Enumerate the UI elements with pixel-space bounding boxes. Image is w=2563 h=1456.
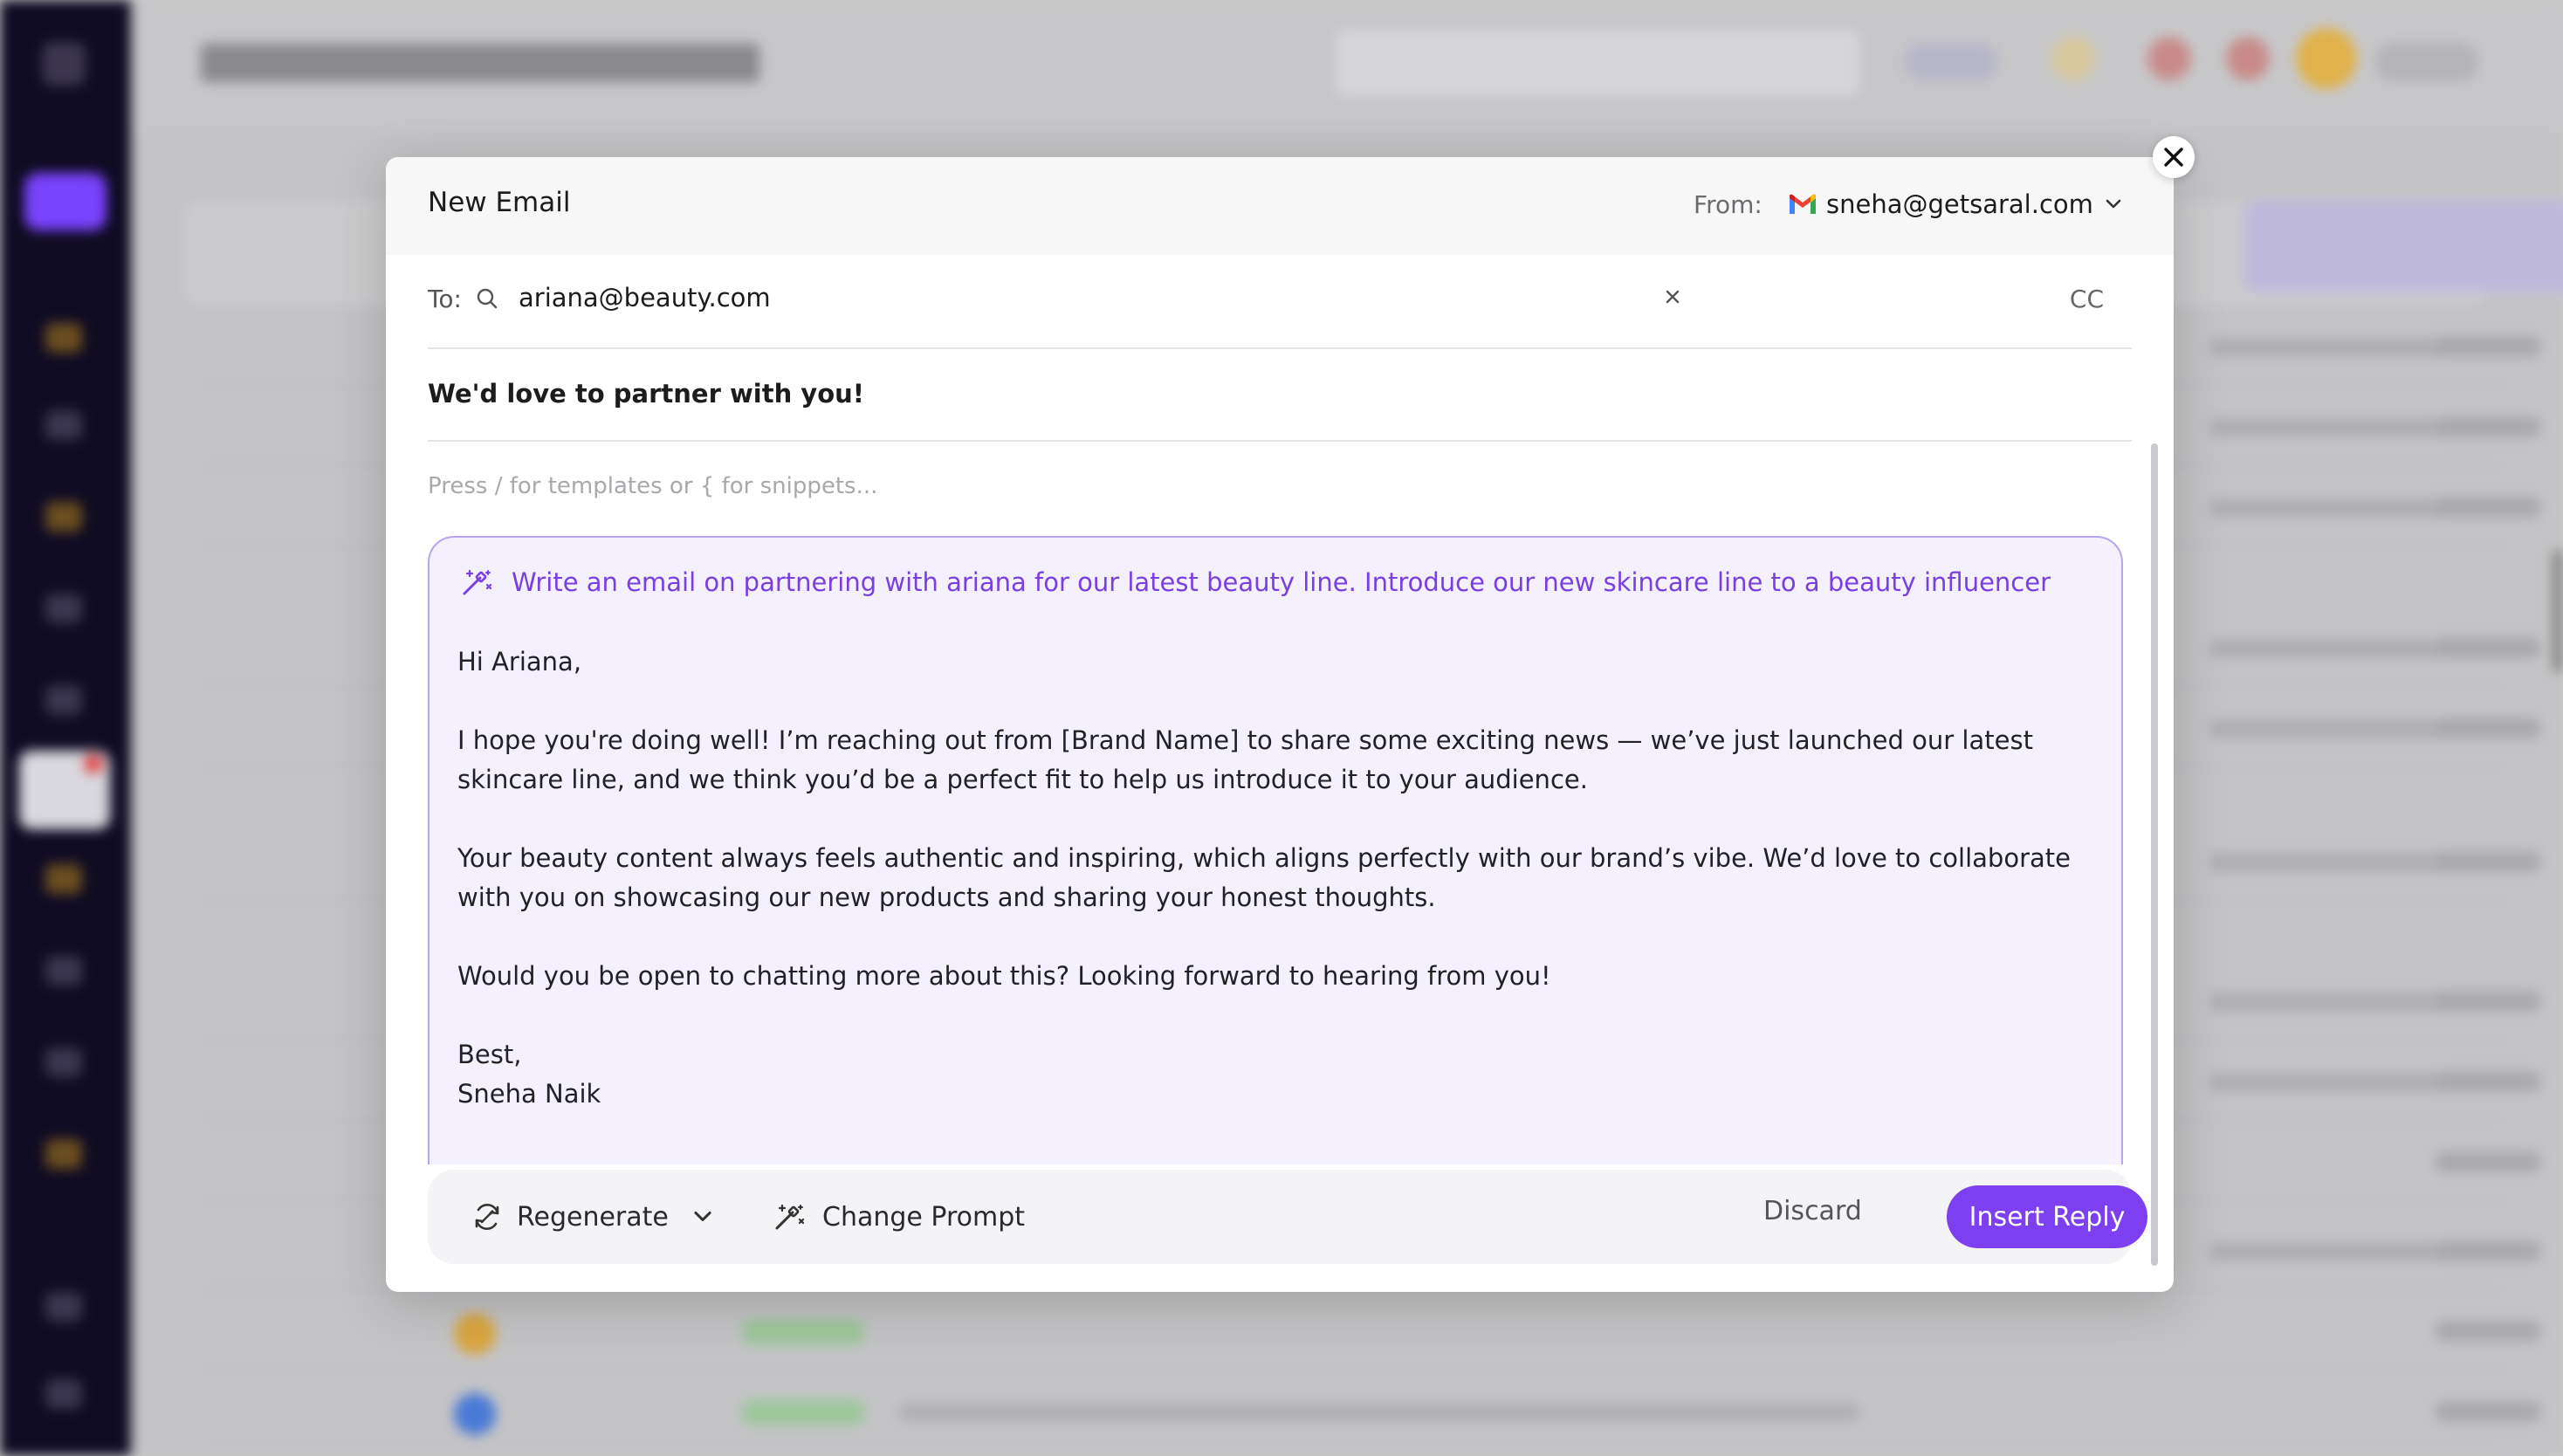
sidebar-item <box>45 864 82 894</box>
to-label: To: <box>428 285 462 313</box>
list-item <box>201 1370 2540 1451</box>
ai-generated-email-body: Hi Ariana, I hope you're doing well! I’m… <box>457 642 2090 1114</box>
from-label: From: <box>1694 190 1762 219</box>
header-pill <box>2374 42 2479 82</box>
email-paragraph: Would you be open to chatting more about… <box>457 961 1551 991</box>
sidebar-item-inbox-selected <box>19 751 110 829</box>
new-email-modal: New Email From: sneha@getsaral.com To: a… <box>386 157 2174 1292</box>
sidebar-item <box>45 502 82 532</box>
sidebar-item <box>45 956 82 986</box>
gmail-icon <box>1790 194 1816 214</box>
ai-prompt: Write an email on partnering with ariana… <box>461 567 2051 597</box>
ai-draft-box: Write an email on partnering with ariana… <box>428 536 2123 1164</box>
header-pill <box>1903 42 1999 82</box>
change-prompt-label: Change Prompt <box>822 1201 1026 1233</box>
close-modal-button[interactable] <box>2153 136 2195 178</box>
search-icon <box>477 288 498 309</box>
to-field-row: To: ariana@beauty.com CC <box>428 255 2132 349</box>
close-icon <box>2164 148 2183 167</box>
from-address: sneha@getsaral.com <box>1826 189 2093 219</box>
cc-button[interactable]: CC <box>2070 285 2104 313</box>
inbox-action-button <box>2243 201 2563 292</box>
sidebar-item <box>45 594 82 623</box>
app-sidebar <box>0 0 131 1456</box>
change-prompt-button[interactable]: Change Prompt <box>773 1170 1025 1264</box>
to-recipient-input[interactable]: ariana@beauty.com <box>519 283 771 312</box>
modal-title: New Email <box>428 187 571 218</box>
header-dot <box>2147 37 2191 80</box>
magic-wand-icon <box>775 1204 805 1230</box>
clear-icon <box>1666 290 1680 304</box>
discard-button[interactable]: Discard <box>1763 1196 1862 1226</box>
email-paragraph: Your beauty content always feels authent… <box>457 843 2071 912</box>
sidebar-item <box>45 1047 82 1077</box>
regenerate-button[interactable]: Regenerate <box>471 1170 716 1264</box>
sidebar-item <box>45 410 82 440</box>
app-logo <box>42 42 86 86</box>
app-header <box>131 0 2563 131</box>
chevron-down-icon <box>2106 199 2121 209</box>
app-scrollbar <box>2554 550 2561 672</box>
from-account-select[interactable]: sneha@getsaral.com <box>1788 183 2125 225</box>
header-dot <box>2226 37 2270 80</box>
subject-field-row: We'd love to partner with you! <box>428 349 2132 442</box>
app-search-placeholder <box>1336 30 1859 96</box>
sidebar-item <box>45 1139 82 1169</box>
ai-action-toolbar: Regenerate Change Prompt Discard Insert … <box>428 1170 2147 1264</box>
chevron-down-icon[interactable] <box>690 1204 716 1230</box>
sidebar-item <box>45 1292 82 1322</box>
sidebar-item <box>45 1379 82 1409</box>
subject-input[interactable]: We'd love to partner with you! <box>428 379 864 409</box>
email-signature: Sneha Naik <box>457 1079 601 1109</box>
page-title-placeholder <box>201 44 759 82</box>
modal-scrollbar[interactable] <box>2151 443 2158 1266</box>
sidebar-compose-button <box>24 173 107 230</box>
insert-reply-button[interactable]: Insert Reply <box>1947 1185 2147 1248</box>
email-paragraph: I hope you're doing well! I’m reaching o… <box>457 725 2033 794</box>
regenerate-icon <box>475 1204 499 1230</box>
sidebar-item <box>45 323 82 353</box>
magic-wand-icon <box>463 569 492 595</box>
ai-prompt-text: Write an email on partnering with ariana… <box>512 567 2051 597</box>
sidebar-item <box>45 685 82 715</box>
header-dot <box>2051 37 2095 80</box>
regenerate-label: Regenerate <box>517 1201 669 1233</box>
email-greeting: Hi Ariana, <box>457 647 582 676</box>
header-avatar <box>2296 28 2357 89</box>
body-placeholder[interactable]: Press / for templates or { for snippets.… <box>428 473 877 499</box>
clear-recipient-button[interactable] <box>1664 283 1681 312</box>
list-item <box>201 1290 2540 1370</box>
modal-header: New Email From: sneha@getsaral.com <box>386 157 2174 255</box>
email-signoff: Best, <box>457 1040 522 1069</box>
